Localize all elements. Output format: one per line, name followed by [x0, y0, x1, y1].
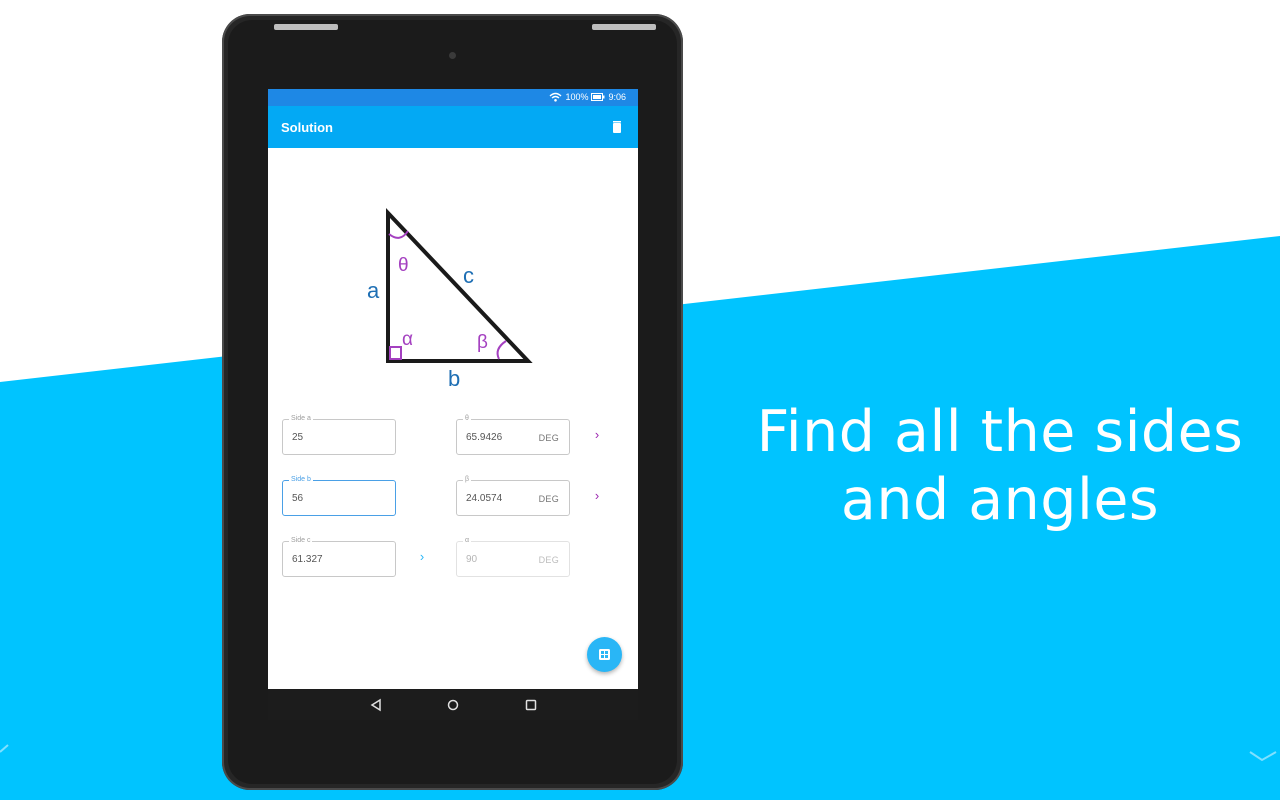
status-icons: 100% 9:06 — [549, 92, 626, 102]
side-b-label: Side b — [289, 475, 313, 485]
side-c-label: Side c — [289, 536, 313, 546]
side-b-value: 56 — [292, 493, 304, 504]
tablet-button — [274, 24, 338, 30]
back-icon[interactable] — [368, 697, 384, 713]
alpha-field: α 90 DEG — [456, 536, 570, 577]
theta-field-label: θ — [463, 414, 471, 424]
alpha-field-label: α — [463, 536, 472, 546]
beta-value: 24.0574 — [466, 493, 503, 504]
home-icon[interactable] — [445, 697, 461, 713]
side-c-label: c — [463, 263, 474, 288]
clock: 9:06 — [608, 92, 626, 102]
trash-icon[interactable] — [610, 120, 624, 134]
theta-field[interactable]: θ 65.9426 DEG — [456, 414, 570, 455]
side-a-value: 25 — [292, 432, 304, 443]
tablet-button — [592, 24, 656, 30]
triangle-diagram: θ c a α β b — [367, 207, 533, 391]
side-a-label: Side a — [289, 414, 313, 424]
battery-icon — [591, 93, 605, 101]
system-nav-bar — [268, 689, 638, 720]
headline-line-1: Find all the sides — [756, 399, 1244, 465]
side-c-chevron-icon[interactable]: › — [416, 549, 428, 564]
beta-chevron-icon[interactable]: › — [591, 488, 603, 503]
calculator-icon — [599, 649, 610, 660]
theta-chevron-icon[interactable]: › — [591, 427, 603, 442]
side-c-value: 61.327 — [292, 554, 323, 565]
status-bar: 100% 9:06 — [268, 89, 638, 106]
alpha-unit: DEG — [538, 555, 559, 565]
camera-dot — [449, 52, 456, 59]
alpha-value: 90 — [466, 554, 478, 565]
beta-unit: DEG — [538, 494, 559, 504]
app-bar: Solution — [268, 106, 638, 148]
side-b-field[interactable]: Side b 56 — [282, 475, 396, 516]
page-title: Solution — [281, 120, 333, 135]
right-angle-mark — [389, 346, 402, 360]
beta-arc — [496, 340, 507, 360]
theta-label: θ — [398, 255, 409, 276]
beta-label: β — [477, 332, 488, 353]
app-screen: 100% 9:06 Solution θ c a α β b Side a 25 — [268, 89, 638, 720]
beta-field[interactable]: β 24.0574 DEG — [456, 475, 570, 516]
side-b-label: b — [448, 366, 460, 391]
recents-icon[interactable] — [523, 697, 539, 713]
wifi-icon — [549, 92, 562, 102]
headline-line-2: and angles — [840, 467, 1160, 533]
side-a-field[interactable]: Side a 25 — [282, 414, 396, 455]
side-c-field[interactable]: Side c 61.327 — [282, 536, 396, 577]
headline: Find all the sides and angles — [720, 398, 1280, 534]
theta-value: 65.9426 — [466, 432, 503, 443]
beta-field-label: β — [463, 475, 472, 485]
alpha-label: α — [402, 329, 413, 350]
side-a-label: a — [367, 278, 380, 303]
battery-percent: 100% — [565, 92, 589, 102]
calculate-button[interactable] — [587, 637, 622, 672]
theta-unit: DEG — [538, 433, 559, 443]
